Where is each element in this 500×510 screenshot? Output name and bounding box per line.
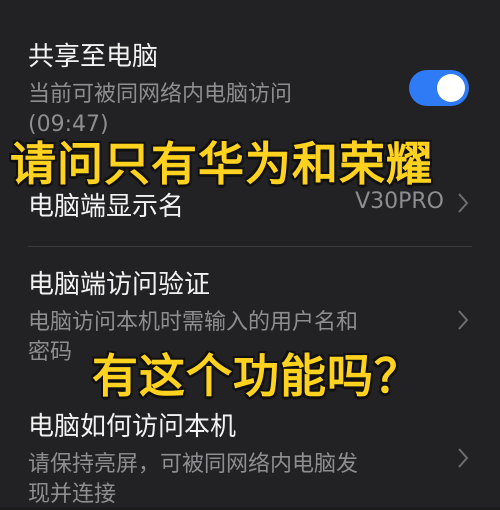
chevron-right-icon <box>456 306 470 334</box>
how-pc-access-row[interactable]: 电脑如何访问本机 请保持亮屏，可被同网络内电脑发 现并连接 <box>0 392 500 507</box>
how-pc-access-subtitle-line2: 现并连接 <box>28 482 117 507</box>
pc-access-verification-subtitle-line1: 电脑访问本机时需输入的用户名和 <box>28 310 359 335</box>
share-to-pc-toggle[interactable] <box>409 70 469 106</box>
overlay-caption-line2: 有这个功能吗？ <box>91 348 421 404</box>
settings-screen: 共享至电脑 当前可被同网络内电脑访问 (09:47) 电脑端显示名 V30PRO… <box>0 0 500 507</box>
chevron-right-icon <box>456 189 470 217</box>
overlay-caption-line1: 请问只有华为和荣耀 <box>9 136 433 192</box>
pc-access-verification-title: 电脑端访问验证 <box>28 270 211 300</box>
how-pc-access-subtitle: 请保持亮屏，可被同网络内电脑发 现并连接 <box>28 450 358 510</box>
share-to-pc-title: 共享至电脑 <box>28 42 159 72</box>
how-pc-access-subtitle-line1: 请保持亮屏，可被同网络内电脑发 <box>28 452 359 477</box>
divider <box>28 246 472 247</box>
share-to-pc-subtitle-line1: 当前可被同网络内电脑访问 <box>28 82 293 107</box>
chevron-right-icon <box>456 444 470 472</box>
how-pc-access-title: 电脑如何访问本机 <box>28 412 237 442</box>
toggle-knob <box>437 74 465 102</box>
